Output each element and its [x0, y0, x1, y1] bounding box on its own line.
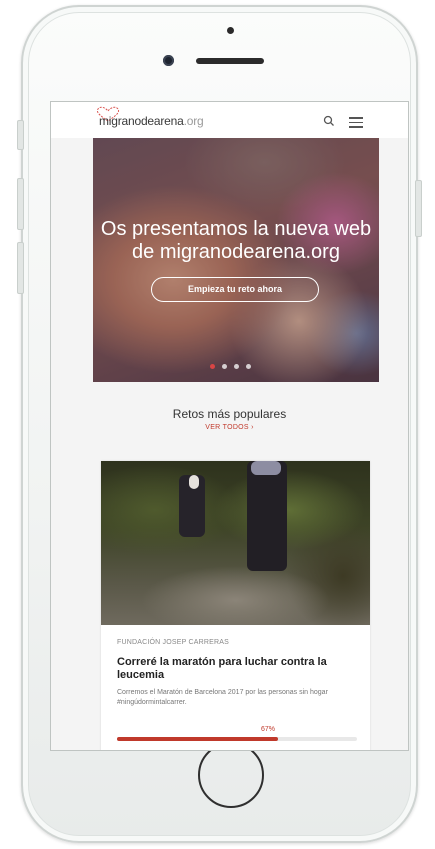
view-all-link[interactable]: VER TODOS › — [51, 424, 408, 431]
menu-bar — [349, 117, 363, 119]
search-icon[interactable] — [323, 115, 335, 127]
site-logo[interactable]: migranodearena.org — [99, 114, 204, 128]
card-description: Corremos el Maratón de Barcelona 2017 po… — [117, 689, 328, 706]
menu-bar — [349, 126, 363, 128]
proximity-sensor — [227, 27, 234, 34]
power-button — [415, 180, 422, 237]
logo-main-text: migranodearena — [99, 114, 184, 128]
volume-down-button — [17, 242, 24, 294]
phone-screen: migranodearena.org Os presentamos la nue… — [50, 101, 409, 751]
runner-figure — [247, 461, 287, 571]
hero-title-line1: Os presentamos la nueva web — [100, 218, 372, 240]
hero-cta-button[interactable]: Empieza tu reto ahora — [151, 277, 319, 302]
hero-carousel[interactable]: Os presentamos la nueva web de migranode… — [93, 138, 379, 382]
hero-title-line2: de migranodearena.org — [132, 241, 340, 263]
progress-fill — [117, 737, 278, 741]
volume-up-button — [17, 178, 24, 230]
hero-title: Os presentamos la nueva web de migranode… — [93, 218, 379, 264]
card-title[interactable]: Correré la maratón para luchar contra la… — [117, 656, 357, 682]
challenge-image — [101, 461, 370, 625]
menu-bar — [349, 121, 363, 123]
logo-suffix-text: .org — [183, 114, 204, 128]
carousel-dot-4[interactable] — [246, 364, 251, 369]
carousel-dot-2[interactable] — [222, 364, 227, 369]
carousel-dot-1[interactable] — [210, 364, 215, 369]
hamburger-menu-icon[interactable] — [349, 117, 363, 128]
home-button[interactable] — [198, 742, 264, 808]
progress-bar — [117, 737, 357, 741]
progress-percentage: 67% — [261, 726, 276, 733]
carousel-dot-3[interactable] — [234, 364, 239, 369]
mute-switch — [17, 120, 24, 150]
runner-figure — [189, 475, 199, 489]
site-header: migranodearena.org — [51, 102, 408, 138]
earpiece-speaker — [196, 58, 264, 64]
runner-figure — [251, 461, 281, 475]
carousel-dots — [210, 364, 251, 369]
front-camera — [163, 55, 174, 66]
card-organization: FUNDACIÓN JOSEP CARRERAS — [117, 639, 230, 646]
challenge-card[interactable]: FUNDACIÓN JOSEP CARRERAS Correré la mara… — [101, 461, 370, 750]
popular-section-title: Retos más populares — [172, 407, 287, 421]
